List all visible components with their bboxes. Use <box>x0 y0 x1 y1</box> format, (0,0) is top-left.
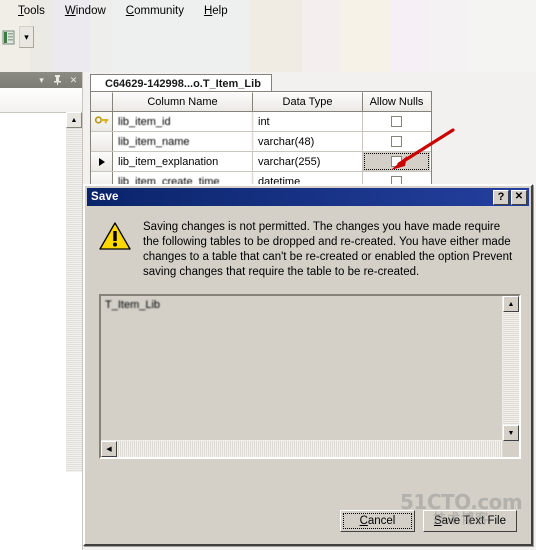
focus-ring <box>342 513 412 529</box>
chevron-down-icon: ▾ <box>39 74 44 85</box>
menu-window-mnemonic: W <box>64 5 76 17</box>
dialog-button-row: Cancel Save Text File <box>339 510 517 532</box>
listbox-scroll-up-button[interactable]: ▲ <box>503 296 519 312</box>
dialog-titlebar[interactable]: Save ? ✕ <box>87 188 529 206</box>
column-name-cell[interactable]: lib_item_id <box>113 112 253 131</box>
data-type-cell[interactable]: varchar(255) <box>253 152 363 171</box>
database-object-icon[interactable] <box>1 29 18 46</box>
current-row-indicator-icon <box>98 157 105 166</box>
panel-titlebar: ▾ ✕ <box>0 72 82 88</box>
cancel-button[interactable]: Cancel <box>339 510 415 532</box>
toolbar: ▾ <box>0 26 60 48</box>
question-mark-icon: ? <box>497 190 505 203</box>
triangle-down-icon: ▼ <box>507 429 515 437</box>
dialog-help-button[interactable]: ? <box>493 189 509 205</box>
grid-header-selector <box>91 92 113 111</box>
allow-nulls-cell-selected[interactable] <box>363 152 430 171</box>
listbox-content: T_Item_Lib <box>101 296 503 441</box>
data-type-cell[interactable]: varchar(48) <box>253 132 363 151</box>
toolbar-dropdown-button[interactable]: ▾ <box>19 26 34 48</box>
dialog-message-row: Saving changes is not permitted. The cha… <box>85 206 531 288</box>
save-text-file-button[interactable]: Save Text File <box>422 510 517 532</box>
allow-nulls-checkbox[interactable] <box>391 136 402 147</box>
menu-item-help[interactable]: Help <box>194 3 238 19</box>
listbox-scroll-down-button[interactable]: ▼ <box>503 425 519 441</box>
menu-help-rest: elp <box>212 5 228 17</box>
row-selector[interactable] <box>91 132 113 151</box>
column-name-cell[interactable]: lib_item_name <box>113 132 253 151</box>
listbox-vertical-scrollbar[interactable] <box>502 296 519 441</box>
column-grid: Column Name Data Type Allow Nulls lib_it… <box>90 91 432 192</box>
grid-header-row: Column Name Data Type Allow Nulls <box>91 92 431 112</box>
dialog-title: Save <box>91 191 119 203</box>
allow-nulls-cell[interactable] <box>363 112 430 131</box>
grid-header-allow-nulls[interactable]: Allow Nulls <box>363 92 430 111</box>
listbox-horizontal-scrollbar[interactable] <box>101 440 503 457</box>
pushpin-icon <box>54 75 61 85</box>
row-selector[interactable] <box>91 152 113 171</box>
data-type-cell[interactable]: int <box>253 112 363 131</box>
scrollbar-corner <box>503 441 519 457</box>
list-item[interactable]: T_Item_Lib <box>101 296 503 311</box>
affected-tables-listbox[interactable]: T_Item_Lib ▲ ▼ ◀ <box>99 294 521 459</box>
listbox-scroll-left-button[interactable]: ◀ <box>101 441 117 457</box>
menu-tools-rest: ools <box>23 5 45 17</box>
table-row[interactable]: lib_item_id int <box>91 112 431 132</box>
allow-nulls-cell[interactable] <box>363 132 430 151</box>
primary-key-icon <box>94 116 108 124</box>
allow-nulls-checkbox[interactable] <box>391 156 402 167</box>
menu-community-mnemonic: C <box>125 5 135 17</box>
triangle-up-icon: ▲ <box>70 116 78 124</box>
save-dialog: Save ? ✕ Saving changes is not permitted… <box>83 184 533 546</box>
triangle-left-icon: ◀ <box>106 446 112 453</box>
save-text-file-label: Save Text File <box>433 515 506 527</box>
scroll-up-button[interactable]: ▲ <box>66 112 82 128</box>
column-name-cell[interactable]: lib_item_explanation <box>113 152 253 171</box>
grid-header-column-name[interactable]: Column Name <box>113 92 253 111</box>
close-icon: ✕ <box>69 74 78 85</box>
dialog-close-button[interactable]: ✕ <box>511 189 527 205</box>
menu-item-tools[interactable]: Tools <box>8 3 55 19</box>
panel-dropdown-button[interactable]: ▾ <box>36 75 47 86</box>
panel-content-header <box>0 88 82 113</box>
menubar: Tools Window Community Help <box>0 0 536 22</box>
panel-bottom-filler <box>0 474 82 550</box>
dialog-message-text: Saving changes is not permitted. The cha… <box>143 221 513 278</box>
table-row[interactable]: lib_item_name varchar(48) <box>91 132 431 152</box>
chevron-down-icon: ▾ <box>24 31 29 42</box>
panel-pin-button[interactable] <box>52 75 63 86</box>
menu-window-rest: indow <box>75 5 106 17</box>
menu-item-community[interactable]: Community <box>116 3 194 19</box>
triangle-up-icon: ▲ <box>507 300 515 308</box>
close-icon: ✕ <box>514 191 524 202</box>
tab-label: C64629-142998...o.T_Item_Lib <box>105 78 261 90</box>
menu-item-window[interactable]: Window <box>55 3 116 19</box>
panel-close-button[interactable]: ✕ <box>68 75 79 86</box>
panel-vertical-scrollbar[interactable]: ▲ <box>66 112 82 472</box>
row-selector[interactable] <box>91 112 113 131</box>
warning-triangle-icon <box>99 220 133 280</box>
table-row[interactable]: lib_item_explanation varchar(255) <box>91 152 431 172</box>
allow-nulls-checkbox[interactable] <box>391 116 402 127</box>
document-tab-strip: C64629-142998...o.T_Item_Lib <box>90 74 272 93</box>
grid-header-data-type[interactable]: Data Type <box>253 92 363 111</box>
menu-community-rest: ommunity <box>134 5 184 17</box>
